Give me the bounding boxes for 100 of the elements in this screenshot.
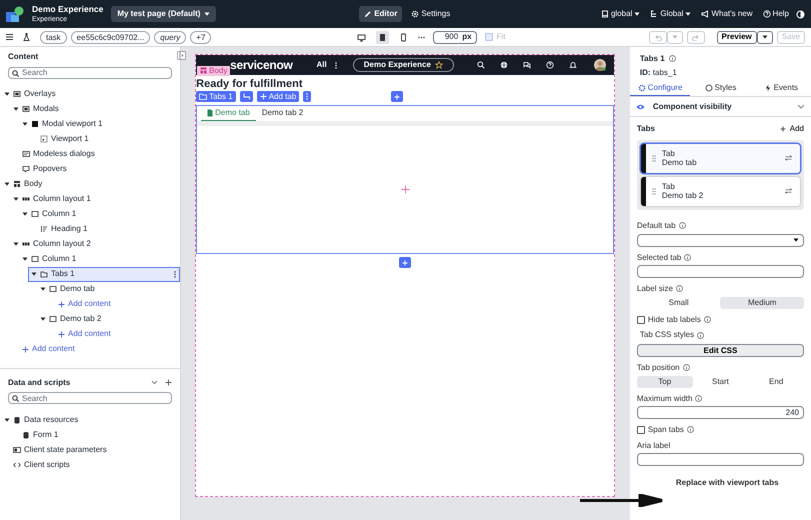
add-button[interactable]: Add: [780, 124, 804, 134]
header-link[interactable]: What's new: [698, 9, 756, 19]
dropdown-field[interactable]: [636, 234, 804, 247]
tree-item[interactable]: Heading 1: [0, 222, 180, 237]
scope-menu[interactable]: global: [598, 9, 644, 19]
tree-item[interactable]: Client state parameters: [0, 442, 180, 458]
more-button[interactable]: [303, 91, 312, 102]
more-icon[interactable]: [334, 62, 337, 68]
search-field[interactable]: Search: [8, 392, 172, 404]
redo-icon: [692, 34, 700, 40]
panel-tab[interactable]: Configure: [630, 81, 690, 96]
panel-tab[interactable]: Styles: [690, 81, 751, 96]
tree-item[interactable]: Demo tab 2: [0, 312, 180, 327]
context-chip[interactable]: task: [40, 30, 67, 44]
page-menu[interactable]: My test page (Default): [111, 6, 216, 22]
segment-option[interactable]: Top: [636, 376, 693, 388]
segment-option[interactable]: Start: [692, 376, 748, 388]
checkbox[interactable]: [636, 316, 645, 324]
visibility-section[interactable]: Component visibility: [630, 96, 811, 118]
context-chip[interactable]: query: [154, 30, 186, 44]
tree-item[interactable]: Viewport 1: [0, 132, 180, 147]
drag-handle-icon[interactable]: [652, 154, 656, 162]
segment-option[interactable]: Medium: [720, 296, 804, 309]
caret-icon: [685, 11, 692, 17]
drag-handle-icon[interactable]: [652, 188, 656, 195]
add-content-link[interactable]: Add content: [0, 296, 180, 312]
chevron-icon[interactable]: [151, 380, 158, 385]
caret-icon: [204, 11, 210, 17]
tab-item-card[interactable]: Tab Demo tab 2: [640, 176, 800, 206]
menu-icon[interactable]: [6, 34, 13, 40]
tree-item[interactable]: Column 1: [0, 252, 180, 267]
plus-icon: [260, 93, 267, 100]
tree-item[interactable]: Modal viewport 1: [0, 116, 180, 132]
more-icon: [306, 93, 308, 100]
width-field[interactable]: 900 px: [432, 30, 477, 44]
add-content-link[interactable]: Add content: [0, 342, 180, 357]
text-field[interactable]: 240: [636, 406, 804, 420]
panel-tab[interactable]: Events: [750, 81, 811, 96]
plus-icon[interactable]: [165, 378, 172, 386]
swap-icon[interactable]: [785, 188, 792, 194]
add-tab-button[interactable]: Add tab: [256, 91, 300, 102]
scope-menu[interactable]: Global: [647, 9, 694, 19]
mode-tab[interactable]: Editor: [359, 6, 402, 22]
edit-css-button[interactable]: Edit CSS: [636, 344, 804, 357]
tree-item[interactable]: Tabs 1: [28, 266, 180, 282]
experience-pill[interactable]: Demo Experience: [352, 58, 454, 72]
tree-item[interactable]: Client scripts: [0, 457, 180, 472]
bell-icon[interactable]: [568, 61, 577, 69]
tree-item[interactable]: Demo tab: [0, 282, 180, 297]
help-icon[interactable]: [546, 61, 554, 69]
add-content-link[interactable]: Add content: [0, 326, 180, 342]
tree-item[interactable]: Body: [0, 176, 180, 192]
tree-item[interactable]: Modeless dialogs: [0, 146, 180, 162]
replace-link[interactable]: Replace with viewport tabs: [676, 478, 779, 488]
more-icon[interactable]: [418, 36, 425, 38]
tree-item[interactable]: Form 1: [0, 427, 180, 442]
preview-menu-button[interactable]: [756, 30, 773, 44]
folder-icon: [199, 93, 208, 100]
component-tab[interactable]: Demo tab 2: [256, 106, 310, 121]
segment-option[interactable]: Small: [636, 296, 720, 309]
tab-item-card[interactable]: Tab Demo tab: [640, 144, 800, 173]
tree-item[interactable]: Popovers: [0, 162, 180, 177]
add-component-button[interactable]: [399, 257, 412, 268]
component-tab[interactable]: Demo tab: [201, 106, 256, 121]
contrast-icon[interactable]: [796, 10, 805, 18]
checkbox[interactable]: [636, 426, 645, 434]
add-slot-icon[interactable]: [400, 184, 410, 194]
info-icon: [682, 364, 690, 372]
segment-option[interactable]: End: [748, 376, 804, 388]
tree-item[interactable]: Data resources: [0, 412, 180, 428]
tree-item[interactable]: Overlays: [0, 86, 180, 102]
nav-link[interactable]: All: [316, 60, 327, 70]
context-chip[interactable]: +7: [190, 30, 212, 44]
tree-item[interactable]: Column layout 2: [0, 236, 180, 252]
flask-icon[interactable]: [23, 33, 30, 41]
collapse-panel-icon[interactable]: [177, 51, 186, 60]
plus-icon: [402, 260, 408, 266]
parent-button[interactable]: [240, 91, 253, 102]
header-link[interactable]: Help: [760, 9, 792, 19]
globe-icon[interactable]: [500, 61, 508, 69]
device-button[interactable]: [376, 30, 389, 44]
panel-title: Data and scripts: [8, 378, 70, 388]
text-field[interactable]: [636, 265, 804, 278]
search-icon[interactable]: [476, 61, 485, 69]
swap-icon[interactable]: [785, 155, 792, 162]
mode-tab[interactable]: Settings: [406, 6, 456, 22]
tree-item[interactable]: Modals: [0, 102, 180, 117]
search-field[interactable]: Search: [8, 66, 172, 79]
more-icon[interactable]: [174, 270, 176, 278]
tree-item[interactable]: Column 1: [0, 206, 180, 222]
text-field[interactable]: [636, 453, 804, 466]
component-select-button[interactable]: Tabs 1: [196, 91, 236, 102]
context-chip[interactable]: ee55c6c9c09702...: [70, 30, 150, 44]
tree-item[interactable]: Column layout 1: [0, 192, 180, 207]
avatar-icon[interactable]: [594, 59, 606, 71]
chat-icon[interactable]: [522, 61, 531, 69]
caret-icon: [40, 316, 46, 322]
code-icon: [13, 460, 21, 469]
add-component-button[interactable]: [391, 91, 404, 102]
preview-button[interactable]: Preview: [716, 30, 757, 44]
